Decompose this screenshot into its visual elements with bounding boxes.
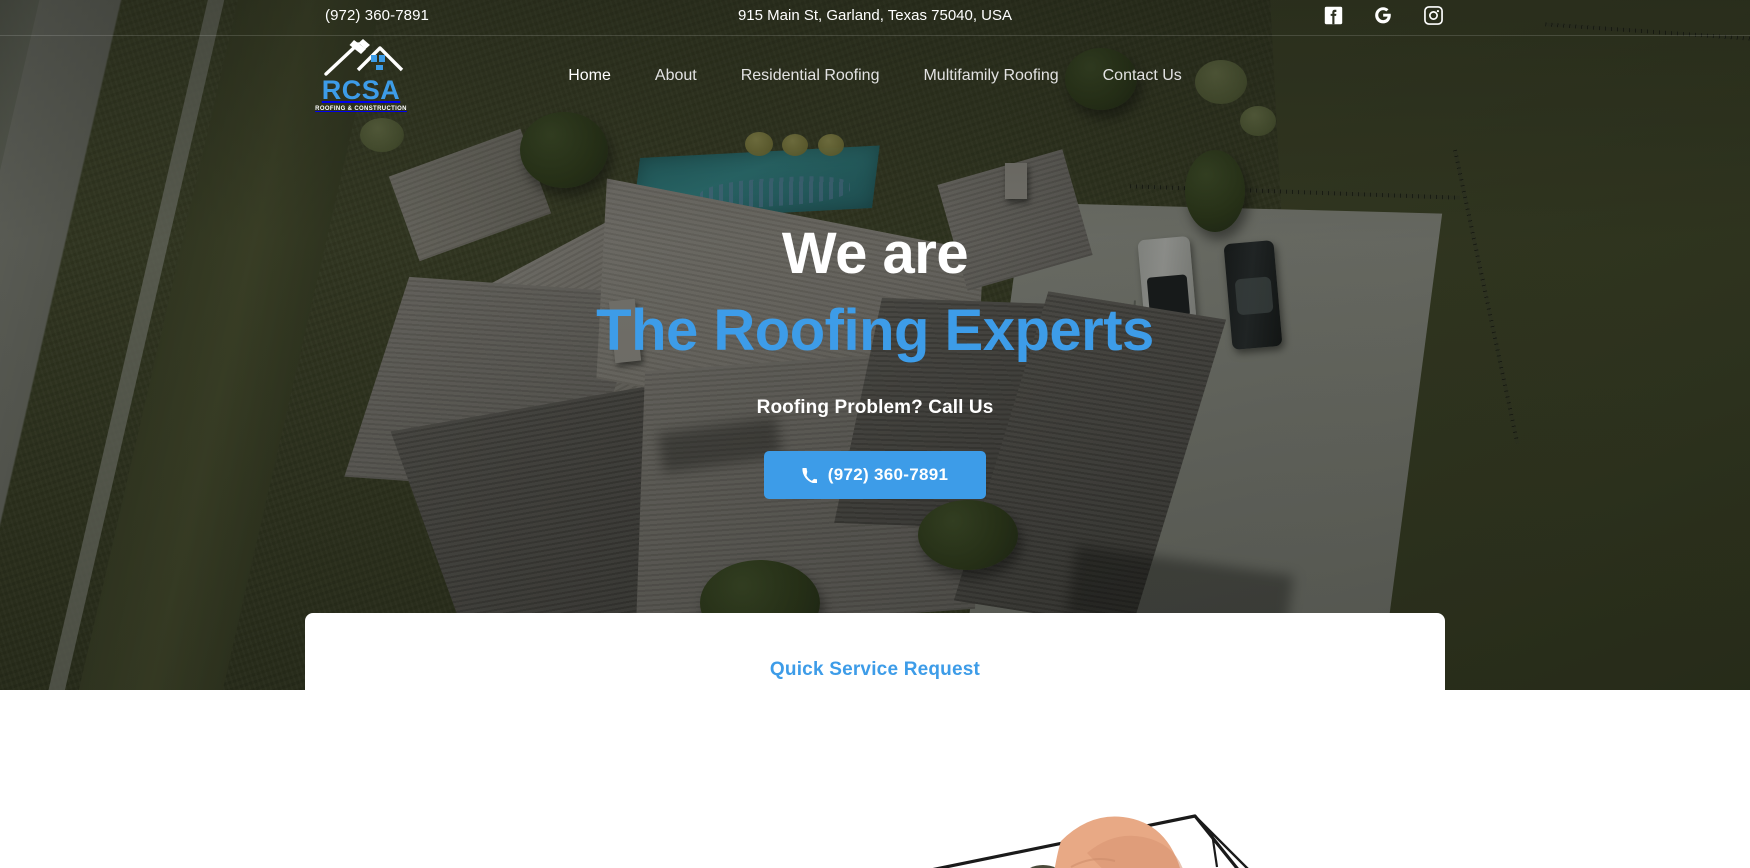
social-links: [1323, 5, 1443, 25]
hero-subtitle: Roofing Problem? Call Us: [756, 397, 994, 419]
quick-service-request-card: Quick Service Request: [305, 613, 1445, 868]
card-illustration: [305, 703, 1445, 868]
hero-call-button[interactable]: (972) 360-7891: [763, 451, 987, 500]
topbar: (972) 360-7891 915 Main St, Garland, Tex…: [0, 0, 1750, 36]
topbar-address: 915 Main St, Garland, Texas 75040, USA: [737, 7, 1013, 24]
page-root: (972) 360-7891 915 Main St, Garland, Tex…: [0, 0, 1750, 868]
nav-item-contact-us[interactable]: Contact Us: [1081, 67, 1204, 85]
main-navigation: Home About Residential Roofing Multifami…: [0, 36, 1750, 116]
nav-item-residential-roofing[interactable]: Residential Roofing: [719, 67, 902, 85]
google-icon[interactable]: [1373, 5, 1393, 25]
navbar: RCSA ROOFING & CONSTRUCTION Home About R…: [0, 36, 1750, 116]
nav-item-about[interactable]: About: [633, 67, 719, 85]
card-title: Quick Service Request: [769, 659, 981, 680]
hero-call-button-label: (972) 360-7891: [827, 465, 949, 485]
instagram-icon[interactable]: [1423, 5, 1443, 25]
facebook-icon[interactable]: [1323, 5, 1343, 25]
phone-icon: [802, 467, 817, 483]
hero-headline-line2: The Roofing Experts: [596, 297, 1154, 363]
hand-drawing-roof-icon: [865, 703, 1425, 868]
nav-item-home[interactable]: Home: [546, 67, 633, 85]
hero-headline-line1: We are: [781, 221, 969, 286]
nav-item-multifamily-roofing[interactable]: Multifamily Roofing: [901, 67, 1080, 85]
hero-content: We are The Roofing Experts Roofing Probl…: [0, 221, 1750, 500]
